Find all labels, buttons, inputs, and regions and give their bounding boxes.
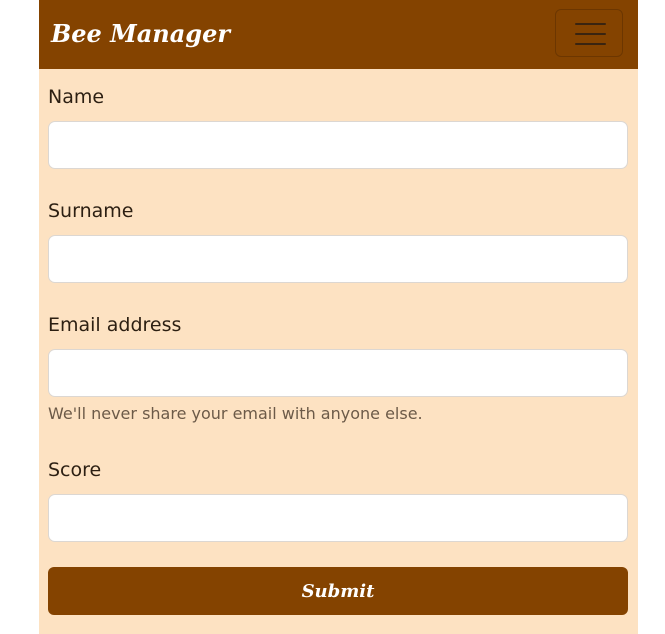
score-input[interactable] <box>48 494 628 542</box>
navbar-toggle-button[interactable] <box>555 9 623 57</box>
submit-button[interactable]: Submit <box>48 567 628 615</box>
email-label: Email address <box>48 314 182 336</box>
hamburger-menu-icon-bar <box>575 33 606 35</box>
hamburger-menu-icon-bar <box>575 43 606 45</box>
brand-title[interactable]: Bee Manager <box>51 16 230 52</box>
navbar: Bee Manager <box>39 0 638 69</box>
surname-label: Surname <box>48 200 134 222</box>
surname-input[interactable] <box>48 235 628 283</box>
email-help-text: We'll never share your email with anyone… <box>48 404 423 423</box>
email-input[interactable] <box>48 349 628 397</box>
name-label: Name <box>48 86 105 108</box>
score-label: Score <box>48 459 102 481</box>
app-container: Bee Manager Name Surname Email address W… <box>39 0 638 634</box>
hamburger-menu-icon <box>575 23 606 25</box>
name-input[interactable] <box>48 121 628 169</box>
